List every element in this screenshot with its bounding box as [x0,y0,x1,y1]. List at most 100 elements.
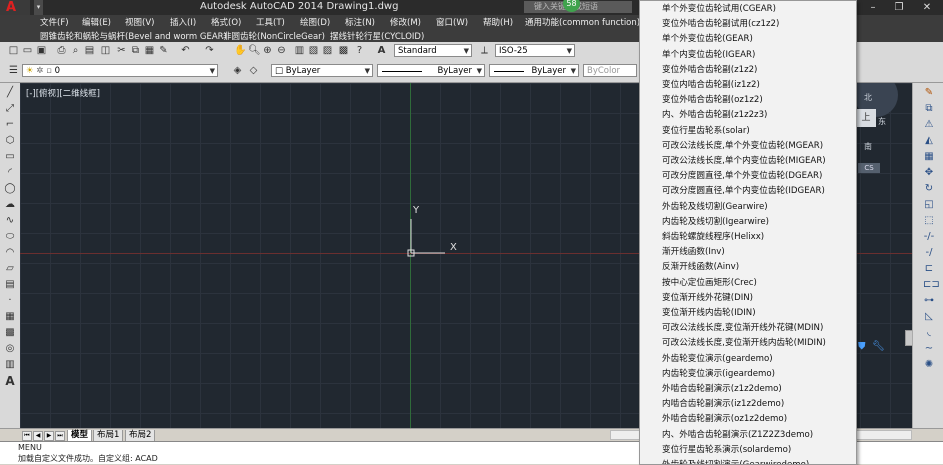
popup-menu-item[interactable]: 变位行星齿轮系演示(solardemo) [662,443,791,455]
menu-tools[interactable]: 工具(T) [256,16,285,28]
viewcube-east[interactable]: 东 [878,116,886,127]
popup-menu-item[interactable]: 单个内变位齿轮(IGEAR) [662,48,755,60]
copy-icon[interactable]: ⧉ [130,45,141,56]
mirror-icon[interactable]: ⚠ [923,119,935,131]
point-icon[interactable]: · [4,295,16,307]
insert-block-icon[interactable]: ▱ [4,263,16,275]
minimize-icon[interactable]: – [860,0,886,15]
layer-select[interactable]: ☀ ✲ ▫ 0 ▼ [22,64,218,77]
open-file-icon[interactable]: ▭ [22,45,33,56]
menu-window[interactable]: 窗口(W) [436,16,468,28]
popup-menu-item[interactable]: 内齿轮变位演示(igeardemo) [662,367,775,379]
ellipse-arc-icon[interactable]: ◠ [4,247,16,259]
popup-menu-item[interactable]: 斜齿轮螺旋线程序(Helixx) [662,230,764,242]
revision-cloud-icon[interactable]: ☁ [4,199,16,211]
properties-icon[interactable]: ▥ [294,45,305,56]
text-style-icon[interactable]: A [376,45,387,56]
publish-icon[interactable]: ▤ [84,45,95,56]
arc-icon[interactable]: ◜ [4,167,16,179]
layer-properties-icon[interactable]: ☰ [8,65,19,76]
design-center-icon[interactable]: ▧ [308,45,319,56]
make-current-layer-icon[interactable]: ◈ [232,65,243,76]
calculator-icon[interactable]: ▩ [338,45,349,56]
dim-style-select[interactable]: ISO-25 ▼ [495,44,575,57]
close-icon[interactable]: ✕ [914,0,940,15]
zoom-window-icon[interactable]: ⊕ [262,45,273,56]
line-icon[interactable]: ╱ [4,87,16,99]
pan-icon[interactable]: ✋ [234,45,246,56]
popup-menu-item[interactable]: 内、外啮合齿轮副演示(Z1Z2Z3demo) [662,428,813,440]
popup-menu-item[interactable]: 外啮合齿轮副演示(oz1z2demo) [662,412,787,424]
application-menu-button[interactable]: A [0,0,30,15]
popup-menu-item[interactable]: 按中心定位画矩形(Crec) [662,276,757,288]
construction-line-icon[interactable]: ⤢ [4,103,16,115]
table-icon[interactable]: ▥ [4,359,16,371]
popup-menu-item[interactable]: 可改公法线长度,单个外变位齿轮(MGEAR) [662,139,823,151]
wcs-menu[interactable]: CS [858,163,880,173]
rotate-icon[interactable]: ↻ [923,183,935,195]
polyline-icon[interactable]: ⌐ [4,119,16,131]
plot-icon[interactable]: ⎙ [56,45,67,56]
popup-menu-item[interactable]: 变位外啮合齿轮副试用(cz1z2) [662,17,779,29]
blend-curves-icon[interactable]: ∼ [923,343,935,355]
steering-wheel-icon[interactable]: ⛊ [858,341,866,352]
menu-file[interactable]: 文件(F) [40,16,69,28]
match-properties-icon[interactable]: ✎ [158,45,169,56]
3d-print-icon[interactable]: ◫ [100,45,111,56]
zoom-realtime-icon[interactable]: 🔍︎ [248,45,261,56]
explode-icon[interactable]: ✺ [923,359,935,371]
menu-cycloid[interactable]: 摆线针轮行星(CYCLOID) [330,30,424,42]
layer-previous-icon[interactable]: ◇ [248,65,259,76]
popup-menu-item[interactable]: 单个外变位齿轮试用(CGEAR) [662,2,776,14]
hatch-icon[interactable]: ▦ [4,311,16,323]
viewcube-south[interactable]: 南 [864,141,872,152]
save-icon[interactable]: ▣ [36,45,47,56]
menu-common-function[interactable]: 通用功能(common function) [525,16,640,28]
gradient-icon[interactable]: ▩ [4,327,16,339]
trim-icon[interactable]: -/- [923,231,935,243]
menu-help[interactable]: 帮助(H) [483,16,513,28]
undo-icon[interactable]: ↶ [180,45,191,56]
first-tab-icon[interactable]: ⏮ [22,431,32,441]
popup-menu-item[interactable]: 外啮合齿轮副演示(z1z2demo) [662,382,782,394]
ellipse-icon[interactable]: ⬭ [4,231,16,243]
offset-icon[interactable]: ◭ [923,135,935,147]
restore-icon[interactable]: ❐ [886,0,912,15]
menu-format[interactable]: 格式(O) [211,16,241,28]
extend-icon[interactable]: -/ [923,247,935,259]
popup-menu-item[interactable]: 变位外啮合齿轮副(z1z2) [662,63,757,75]
dim-style-icon[interactable]: ⟂ [479,45,490,56]
move-icon[interactable]: ✥ [923,167,935,179]
spline-icon[interactable]: ∿ [4,215,16,227]
menu-bevel-worm-gear[interactable]: 圆锥齿轮和蜗轮与蜗杆(Bevel and worm GEAR) [40,30,227,42]
popup-menu-item[interactable]: 可改分度圆直径,单个内变位齿轮(IDGEAR) [662,184,825,196]
linetype-select[interactable]: ByLayer ▼ [377,64,485,77]
wrench-icon[interactable]: 🔧︎ [872,341,885,352]
erase-icon[interactable]: ✎ [923,87,935,99]
popup-menu-item[interactable]: 单个外变位齿轮(GEAR) [662,32,753,44]
popup-menu-item[interactable]: 可改公法线长度,变位渐开线外花键(MDIN) [662,321,823,333]
popup-menu-item[interactable]: 变位外啮合齿轮副(oz1z2) [662,93,763,105]
viewcube-north[interactable]: 北 [864,92,872,103]
menu-insert[interactable]: 插入(I) [170,16,196,28]
fillet-icon[interactable]: ◟ [923,327,935,339]
cut-icon[interactable]: ✂ [116,45,127,56]
multiline-text-icon[interactable]: A [4,375,16,387]
last-tab-icon[interactable]: ⏭ [55,431,65,441]
paste-icon[interactable]: ▦ [144,45,155,56]
array-icon[interactable]: ▦ [923,151,935,163]
next-tab-icon[interactable]: ▶ [44,431,54,441]
stretch-icon[interactable]: ⬚ [923,215,935,227]
viewcube-top-face[interactable]: 上 [856,109,876,127]
popup-menu-item[interactable]: 外齿轮及线切割(Gearwire) [662,200,768,212]
popup-menu-item[interactable]: 内啮合齿轮副演示(iz1z2demo) [662,397,784,409]
popup-menu-item[interactable]: 外齿轮变位演示(geardemo) [662,352,773,364]
circle-icon[interactable]: ◯ [4,183,16,195]
text-style-select[interactable]: Standard ▼ [394,44,472,57]
region-icon[interactable]: ◎ [4,343,16,355]
scale-icon[interactable]: ◱ [923,199,935,211]
viewport-controls-label[interactable]: [-][俯视][二维线框] [26,87,100,99]
chamfer-icon[interactable]: ◺ [923,311,935,323]
popup-menu-item[interactable]: 可改分度圆直径,单个外变位齿轮(DGEAR) [662,169,822,181]
popup-menu-item[interactable]: 可改公法线长度,单个内变位齿轮(MIGEAR) [662,154,826,166]
